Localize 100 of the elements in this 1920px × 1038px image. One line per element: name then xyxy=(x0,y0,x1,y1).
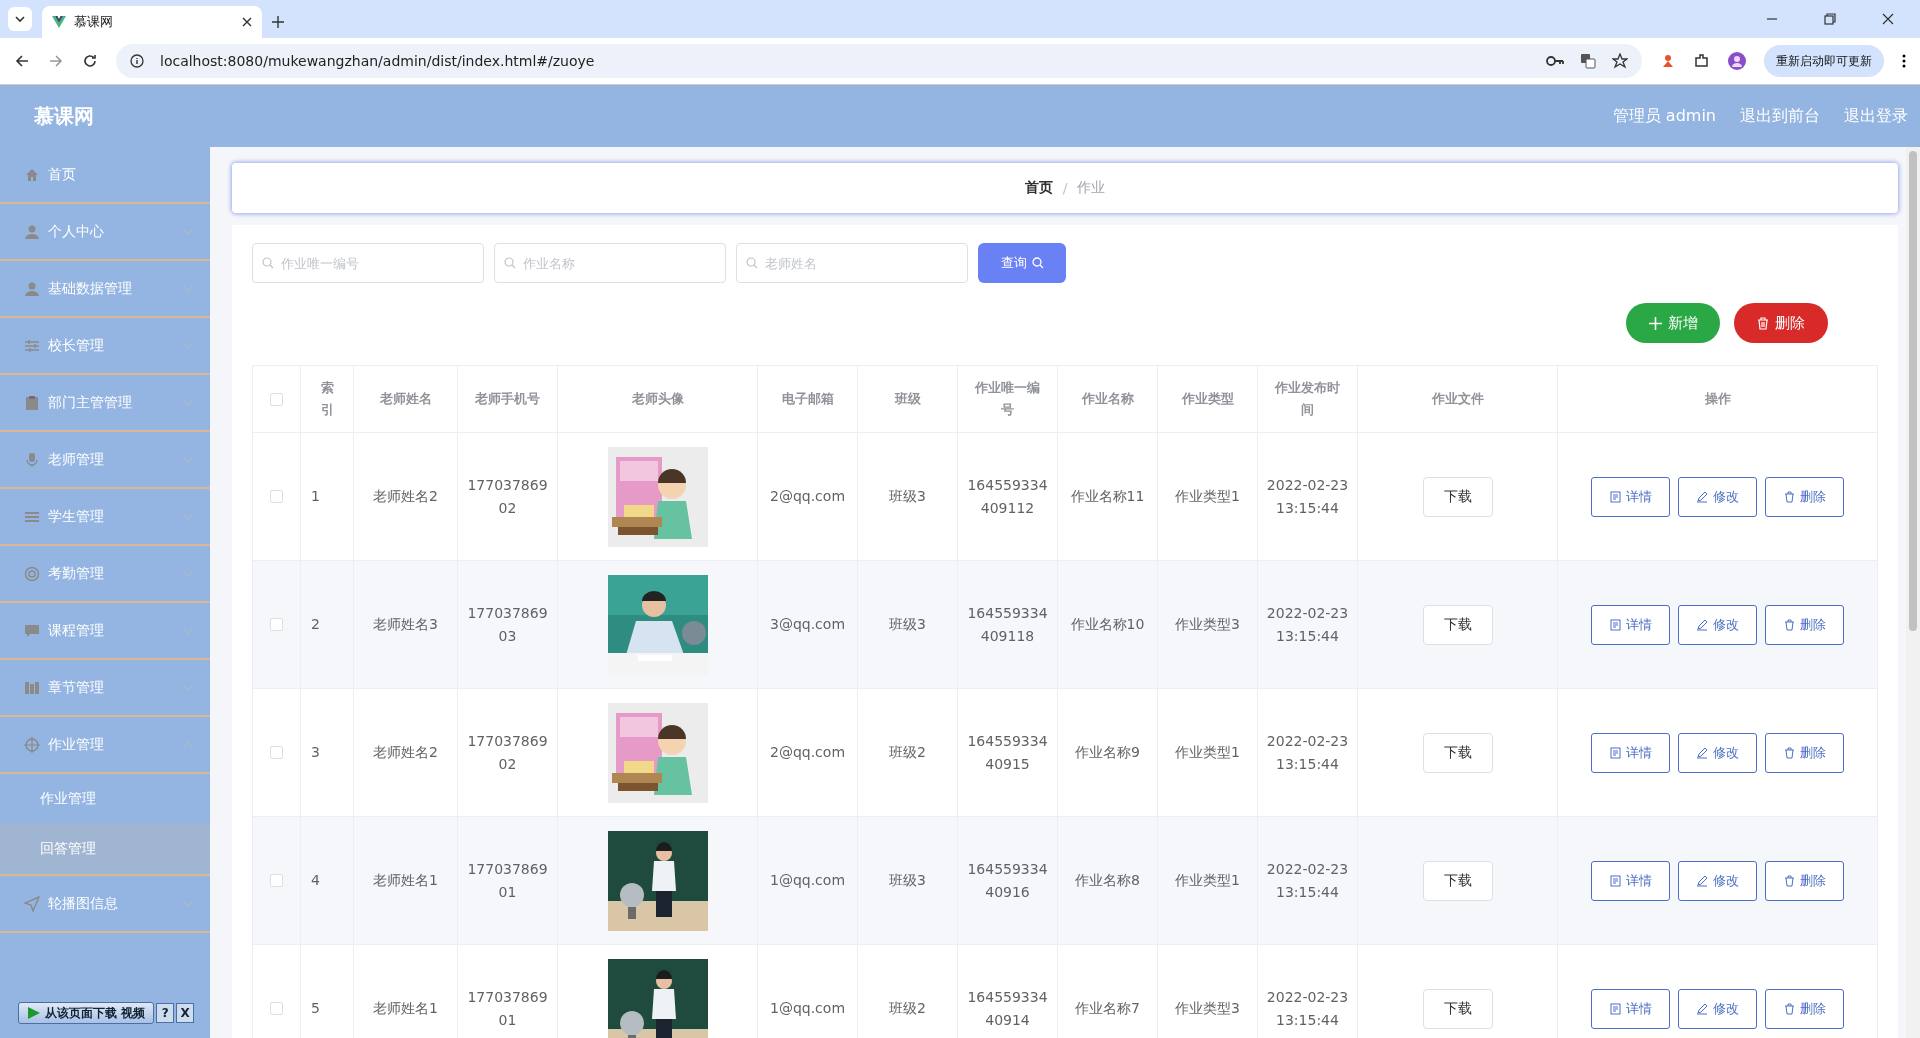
table-cell-text: 1@qq.com xyxy=(770,871,845,890)
download-video-button[interactable]: 从该页面下载 视频 xyxy=(18,1002,155,1024)
delete-button[interactable]: 删除 xyxy=(1765,604,1844,645)
column-header: 操作 xyxy=(1703,390,1732,408)
table-cell-text: 2022-02-23 13:15:44 xyxy=(1266,987,1349,1030)
crosshair-icon xyxy=(24,736,40,753)
profile-icon[interactable] xyxy=(1728,52,1746,70)
row-checkbox[interactable] xyxy=(270,490,283,503)
scrollbar-thumb[interactable] xyxy=(1909,151,1917,631)
table-cell-text: 164559334409112 xyxy=(967,475,1048,518)
breadcrumb-link[interactable]: 首页 xyxy=(1024,179,1053,197)
help-button[interactable]: ? xyxy=(156,1003,175,1023)
back-icon[interactable] xyxy=(14,53,30,69)
delete-button[interactable]: 删除 xyxy=(1765,988,1844,1029)
table-cell-text: 16455933440915 xyxy=(967,731,1048,774)
document-icon xyxy=(1609,1002,1621,1015)
download-button[interactable]: 下载 xyxy=(1422,476,1493,517)
details-button[interactable]: 详情 xyxy=(1591,860,1670,901)
table-cell-text: 3 xyxy=(311,743,320,762)
menu-icon[interactable] xyxy=(1902,54,1906,68)
reload-icon[interactable] xyxy=(82,53,98,69)
table-cell-text: 作业名称7 xyxy=(1075,999,1140,1018)
edit-button[interactable]: 修改 xyxy=(1678,476,1757,517)
edit-button[interactable]: 修改 xyxy=(1678,732,1757,773)
column-header: 老师头像 xyxy=(630,390,685,408)
chevron-down-icon xyxy=(14,13,26,25)
table-cell-text: 作业名称8 xyxy=(1075,871,1140,890)
table-cell-text: 17703786902 xyxy=(467,731,548,774)
table-cell-text: 2022-02-23 13:15:44 xyxy=(1266,859,1349,902)
book-icon xyxy=(24,679,40,696)
table-cell-text: 班级3 xyxy=(889,615,926,634)
search-field[interactable]: 作业名称 xyxy=(494,243,726,283)
browser-tab[interactable]: 慕课网 xyxy=(42,6,262,38)
extension-icon[interactable] xyxy=(1660,53,1676,69)
edit-button[interactable]: 修改 xyxy=(1678,988,1757,1029)
table-cell-text: 班级3 xyxy=(889,487,926,506)
plus-icon xyxy=(1648,316,1662,330)
column-header: 班级 xyxy=(893,390,922,408)
new-tab-icon[interactable] xyxy=(272,16,284,28)
chat-icon xyxy=(24,622,40,639)
delete-button[interactable]: 删除 xyxy=(1765,732,1844,773)
add-button[interactable]: 新增 xyxy=(1626,303,1720,343)
address-bar[interactable]: localhost:8080/mukewangzhan/admin/dist/index.html#/zuoye xyxy=(116,44,1642,78)
details-button[interactable]: 详情 xyxy=(1591,476,1670,517)
search-button[interactable]: 查询 xyxy=(978,243,1066,283)
trash-icon xyxy=(1783,490,1795,503)
star-icon[interactable] xyxy=(1612,53,1628,69)
delete-button[interactable]: 删除 xyxy=(1765,860,1844,901)
forward-icon[interactable] xyxy=(48,53,64,69)
table-cell-text: 3@qq.com xyxy=(770,615,845,634)
microphone-icon xyxy=(24,451,40,468)
download-button[interactable]: 下载 xyxy=(1422,988,1493,1029)
translate-icon[interactable] xyxy=(1580,53,1596,69)
column-header: 老师姓名 xyxy=(378,390,433,408)
table-cell-text: 2022-02-23 13:15:44 xyxy=(1266,731,1349,774)
breadcrumb-link[interactable]: 作业 xyxy=(1077,179,1106,197)
restore-icon[interactable] xyxy=(1824,13,1836,25)
close-icon[interactable] xyxy=(1882,13,1894,25)
table-cell-text: 17703786901 xyxy=(467,987,548,1030)
details-button[interactable]: 详情 xyxy=(1591,732,1670,773)
close-icon[interactable] xyxy=(242,17,252,27)
select-all-checkbox[interactable] xyxy=(270,392,283,406)
download-button[interactable]: 下载 xyxy=(1422,860,1493,901)
download-button[interactable]: 下载 xyxy=(1422,732,1493,773)
key-icon[interactable] xyxy=(1546,55,1564,67)
delete-button[interactable]: 删除 xyxy=(1734,303,1828,343)
tab-title: 慕课网 xyxy=(74,13,114,31)
user-icon xyxy=(24,280,40,297)
download-button[interactable]: 下载 xyxy=(1422,604,1493,645)
table-cell-text: 班级3 xyxy=(889,871,926,890)
table-cell-text: 2 xyxy=(311,615,320,634)
table-cell-text: 1 xyxy=(311,487,320,506)
column-header: 老师手机号 xyxy=(474,390,541,408)
trash-icon xyxy=(1783,874,1795,887)
row-checkbox[interactable] xyxy=(270,618,283,631)
table-cell-text: 4 xyxy=(311,871,320,890)
document-icon xyxy=(1609,490,1621,503)
row-checkbox[interactable] xyxy=(270,746,283,759)
pencil-icon xyxy=(1696,490,1708,503)
info-icon xyxy=(130,54,144,68)
update-button[interactable]: 重新启动即可更新 xyxy=(1764,45,1884,77)
target-icon xyxy=(24,565,40,582)
column-header: 作业名称 xyxy=(1080,390,1135,408)
table-cell-text: 2022-02-23 13:15:44 xyxy=(1266,603,1349,646)
table-cell-text: 老师姓名3 xyxy=(373,615,438,634)
search-field[interactable]: 老师姓名 xyxy=(736,243,968,283)
row-checkbox[interactable] xyxy=(270,874,283,887)
details-button[interactable]: 详情 xyxy=(1591,604,1670,645)
close-button[interactable]: X xyxy=(176,1003,195,1023)
column-header: 索引 xyxy=(319,379,335,419)
table-cell-text: 作业类型3 xyxy=(1175,615,1240,634)
row-checkbox[interactable] xyxy=(270,1002,283,1015)
details-button[interactable]: 详情 xyxy=(1591,988,1670,1029)
table-cell-text: 2@qq.com xyxy=(770,487,845,506)
edit-button[interactable]: 修改 xyxy=(1678,860,1757,901)
delete-button[interactable]: 删除 xyxy=(1765,476,1844,517)
puzzle-icon[interactable] xyxy=(1694,53,1710,69)
column-header: 电子邮箱 xyxy=(780,390,835,408)
edit-button[interactable]: 修改 xyxy=(1678,604,1757,645)
tab-search-button[interactable] xyxy=(8,7,32,31)
